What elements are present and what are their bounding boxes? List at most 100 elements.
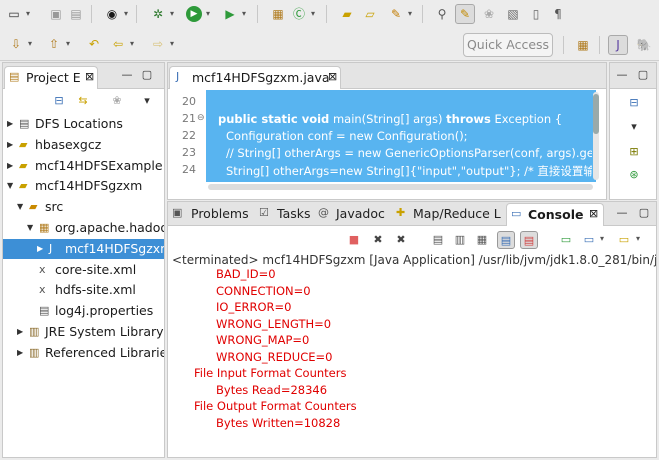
- save-icon[interactable]: ▣: [48, 6, 64, 22]
- debug-config-dropdown-icon[interactable]: ▾: [122, 6, 130, 22]
- word-wrap-icon[interactable]: ▦: [476, 234, 488, 246]
- tree-item[interactable]: ▶ ▰ mcf14HDFSExample: [3, 156, 164, 176]
- quick-access-field[interactable]: Quick Access: [463, 33, 553, 57]
- paragraph-icon[interactable]: ¶: [550, 6, 566, 22]
- open-type-icon[interactable]: ▰: [339, 6, 355, 22]
- show-on-stderr-icon[interactable]: ▤: [520, 231, 538, 249]
- tab-javadoc[interactable]: Javadoc: [336, 206, 385, 221]
- java-perspective-icon[interactable]: J: [608, 35, 628, 55]
- external-tools-dropdown-icon[interactable]: ▾: [240, 6, 248, 22]
- filter-icon[interactable]: ❀: [111, 95, 123, 107]
- open-console-icon[interactable]: ▭: [618, 234, 630, 246]
- tree-item[interactable]: ▼ ▦ org.apache.hadoo: [3, 218, 164, 238]
- tree-item[interactable]: ▶ ▥ JRE System Library [: [3, 322, 164, 342]
- tree-item[interactable]: x core-site.xml: [3, 260, 164, 280]
- previous-annotation-icon[interactable]: ⇧: [46, 36, 62, 52]
- close-icon[interactable]: ⊠: [589, 207, 598, 220]
- show-on-stdout-icon[interactable]: ▤: [497, 231, 515, 249]
- run-icon[interactable]: ▶: [186, 6, 202, 22]
- minimize-icon[interactable]: —: [121, 69, 133, 81]
- debug-dropdown-icon[interactable]: ▾: [168, 6, 176, 22]
- terminate-icon[interactable]: ■: [348, 234, 360, 246]
- console-output[interactable]: <terminated> mcf14HDFSgzxm [Java Applica…: [168, 251, 656, 457]
- collapse-all-icon[interactable]: ⊟: [53, 95, 65, 107]
- editor-scrollbar-thumb[interactable]: [593, 94, 599, 134]
- outline-icon[interactable]: ⊟: [628, 97, 640, 109]
- back-dropdown-icon[interactable]: ▾: [128, 36, 136, 52]
- close-icon[interactable]: ⊠: [85, 70, 94, 83]
- toggle-mark-occurrences-icon[interactable]: ✎: [455, 4, 475, 24]
- tree-item[interactable]: ▶ ▤ DFS Locations: [3, 114, 164, 134]
- scroll-lock-icon[interactable]: ▥: [454, 234, 466, 246]
- new-class-icon[interactable]: Ⓒ: [291, 6, 307, 22]
- save-all-icon[interactable]: ▤: [68, 6, 84, 22]
- open-console-dropdown-icon[interactable]: ▾: [634, 231, 642, 247]
- tab-editor-file[interactable]: J mcf14HDFSgzxm.java ⊠: [169, 66, 341, 89]
- expand-right-icon[interactable]: ▶: [7, 156, 13, 176]
- expand-right-icon[interactable]: ▶: [17, 343, 23, 363]
- clear-console-icon[interactable]: ▤: [432, 234, 444, 246]
- mapreduce-perspective-icon[interactable]: 🐘: [634, 35, 654, 55]
- view-menu-icon[interactable]: ▾: [141, 95, 153, 107]
- external-tools-icon[interactable]: ▶: [222, 6, 238, 22]
- remove-launch-icon[interactable]: ✖: [372, 234, 384, 246]
- new-class-dropdown-icon[interactable]: ▾: [309, 6, 317, 22]
- outline-menu-icon[interactable]: ▾: [628, 121, 640, 133]
- tree-item[interactable]: x hdfs-site.xml: [3, 280, 164, 300]
- search-icon[interactable]: ✎: [388, 6, 404, 22]
- debug-config-icon[interactable]: ◉: [104, 6, 120, 22]
- link-with-editor-icon[interactable]: ⇆: [77, 95, 89, 107]
- display-console-icon[interactable]: ▭: [583, 234, 595, 246]
- next-annotation-dropdown-icon[interactable]: ▾: [26, 36, 34, 52]
- tab-tasks[interactable]: Tasks: [277, 206, 311, 221]
- tab-console[interactable]: ▭ Console ⊠: [506, 203, 604, 226]
- remove-all-terminated-icon[interactable]: ✖: [395, 234, 407, 246]
- forward-icon[interactable]: ⇨: [150, 36, 166, 52]
- horizontal-scrollbar[interactable]: [208, 184, 593, 190]
- tree-item[interactable]: ▼ ▰ mcf14HDFSgzxm: [3, 176, 164, 196]
- run-dropdown-icon[interactable]: ▾: [204, 6, 212, 22]
- next-annotation-icon[interactable]: ⇩: [8, 36, 24, 52]
- tree-item[interactable]: ▶ Jmcf14HDFSgzxm: [3, 238, 164, 259]
- close-icon[interactable]: ⊠: [328, 70, 337, 83]
- expand-right-icon[interactable]: ▶: [7, 114, 13, 134]
- debug-icon[interactable]: ✲: [150, 6, 166, 22]
- search-dropdown-icon[interactable]: ▾: [406, 6, 414, 22]
- block-selection-icon[interactable]: ▯: [528, 6, 544, 22]
- last-edit-location-icon[interactable]: ↶: [86, 36, 102, 52]
- pin-editor-icon[interactable]: ⚲: [434, 6, 450, 22]
- tree-item[interactable]: ▶ ▥ Referenced Librarie: [3, 343, 164, 363]
- new-icon[interactable]: ▭: [6, 6, 22, 22]
- editor-scrollbar[interactable]: [593, 92, 599, 180]
- expand-right-icon[interactable]: ▶: [37, 239, 43, 259]
- maximize-icon[interactable]: ▢: [637, 69, 649, 81]
- show-whitespace-icon[interactable]: ▧: [505, 6, 521, 22]
- previous-annotation-dropdown-icon[interactable]: ▾: [64, 36, 72, 52]
- tab-mapreduce-locations[interactable]: Map/Reduce L: [413, 206, 501, 221]
- fold-icon[interactable]: ⊖: [197, 113, 205, 123]
- tree-item[interactable]: ▶ ▰ hbasexgcz: [3, 135, 164, 155]
- new-java-project-icon[interactable]: ▦: [270, 6, 286, 22]
- new-dropdown-icon[interactable]: ▾: [24, 6, 32, 22]
- tab-problems[interactable]: Problems: [191, 206, 249, 221]
- pin-console-icon[interactable]: ▭: [560, 234, 572, 246]
- open-task-icon[interactable]: ▱: [362, 6, 378, 22]
- forward-dropdown-icon[interactable]: ▾: [168, 36, 176, 52]
- minimize-icon[interactable]: —: [616, 207, 628, 219]
- expand-right-icon[interactable]: ▶: [7, 135, 13, 155]
- toggle-breadcrumb-icon[interactable]: ❀: [481, 6, 497, 22]
- tree-item[interactable]: ▤ log4j.properties: [3, 301, 164, 321]
- display-console-dropdown-icon[interactable]: ▾: [598, 231, 606, 247]
- expand-down-icon[interactable]: ▼: [7, 176, 13, 196]
- expand-down-icon[interactable]: ▼: [17, 197, 23, 217]
- expand-down-icon[interactable]: ▼: [27, 218, 33, 238]
- maximize-icon[interactable]: ▢: [141, 69, 153, 81]
- tree-item[interactable]: ▼ ▰ src: [3, 197, 164, 217]
- code-editor[interactable]: 20 21 ⊖ public static void main(String[] ar…: [168, 90, 606, 199]
- expand-right-icon[interactable]: ▶: [17, 322, 23, 342]
- tab-package-explorer[interactable]: ▤ Project E ⊠: [4, 66, 98, 89]
- open-perspective-icon[interactable]: ▦: [575, 37, 591, 53]
- back-icon[interactable]: ⇦: [110, 36, 126, 52]
- minimize-icon[interactable]: —: [616, 69, 628, 81]
- maximize-icon[interactable]: ▢: [638, 207, 650, 219]
